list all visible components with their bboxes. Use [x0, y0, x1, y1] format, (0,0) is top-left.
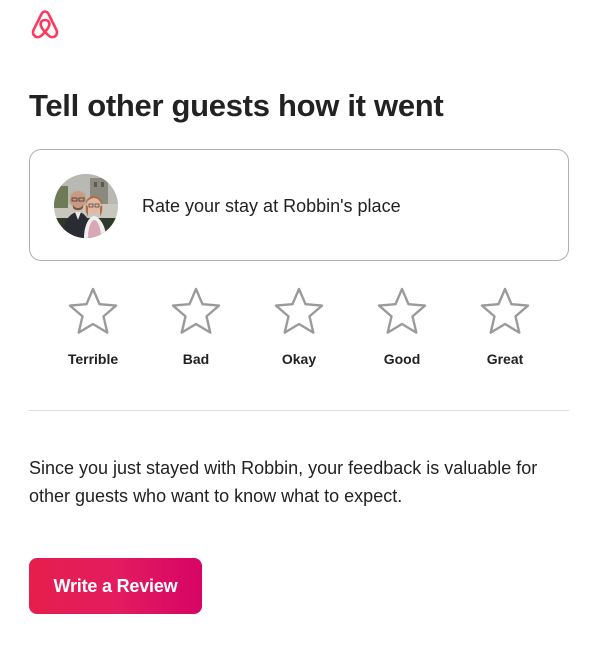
page-title: Tell other guests how it went — [29, 88, 444, 123]
star-outline-icon — [274, 287, 324, 334]
star-outline-icon — [171, 287, 221, 334]
star-outline-icon — [480, 287, 530, 334]
rating-option-terrible[interactable]: Terrible — [48, 284, 138, 374]
airbnb-logo-icon[interactable] — [29, 7, 61, 42]
rating-option-bad[interactable]: Bad — [151, 284, 241, 374]
rating-options: Terrible Bad Okay Good Great — [29, 284, 569, 374]
rating-option-great[interactable]: Great — [460, 284, 550, 374]
rating-label: Bad — [182, 351, 210, 367]
star-outline-icon — [377, 287, 427, 334]
rating-option-good[interactable]: Good — [357, 284, 447, 374]
rating-option-okay[interactable]: Okay — [254, 284, 344, 374]
feedback-description: Since you just stayed with Robbin, your … — [29, 458, 538, 506]
star-outline-icon — [68, 287, 118, 334]
host-avatar — [54, 174, 118, 238]
review-request-page: Tell other guests how it went Rate your … — [0, 0, 589, 652]
host-card: Rate your stay at Robbin's place — [29, 149, 569, 261]
section-divider — [29, 410, 569, 411]
host-card-text: Rate your stay at Robbin's place — [142, 196, 401, 216]
rating-label: Great — [486, 351, 524, 367]
write-review-button[interactable]: Write a Review — [29, 558, 202, 614]
rating-label: Okay — [281, 351, 317, 367]
rating-label: Terrible — [67, 351, 119, 367]
rating-label: Good — [383, 351, 421, 367]
